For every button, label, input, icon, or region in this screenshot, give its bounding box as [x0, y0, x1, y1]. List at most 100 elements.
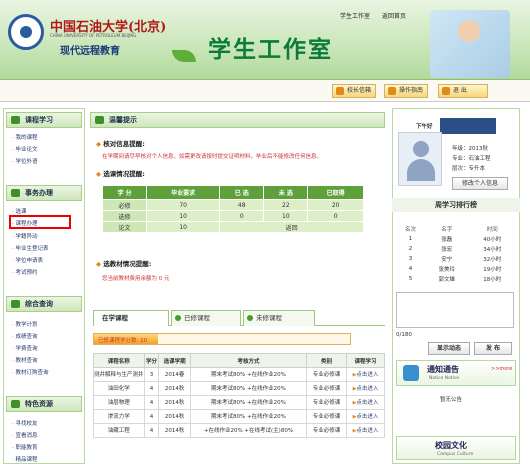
table-row: 油田化学42014秋期末考试80% +在线作业20%专业必修课点击进入	[93, 381, 385, 396]
sidebar-item-messages[interactable]: 宣看消息	[12, 431, 38, 439]
table-row: 测井解释与生产测井32014春期末考试80% +在线作业20%专业必修课点击进入	[93, 367, 385, 382]
page-title: 学生工作室	[208, 37, 333, 63]
toolbar: 校长信箱 操作指南 退 出	[0, 80, 530, 102]
stat-header: 已 选	[219, 185, 265, 200]
table-row: 5 郭文雄 18小时	[408, 276, 502, 283]
more-link[interactable]: >>more	[491, 366, 512, 372]
enter-course-link[interactable]: 点击进入	[346, 367, 385, 382]
banner-photo	[430, 10, 510, 78]
sidebar-item-teaching-plan[interactable]: 教学计划	[12, 320, 38, 328]
sidebar-item-find-alumni[interactable]: 寻找校友	[12, 419, 38, 427]
post-button[interactable]: 发 布	[474, 342, 512, 355]
principal-mailbox-button[interactable]: 校长信箱	[332, 84, 377, 98]
sidebar-item-tuition[interactable]: 学费查询	[12, 344, 38, 352]
notice-icon	[403, 365, 419, 381]
column-header: 学分	[143, 353, 160, 368]
stat-header: 毕业要求	[146, 185, 221, 200]
guide-button[interactable]: 操作指南	[384, 84, 429, 98]
campus-culture-block[interactable]: 校园文化 Campus Culture	[396, 436, 516, 460]
top-links: 学生工作室 返回首页	[340, 11, 416, 20]
sidebar-item-vocational[interactable]: 职能教育	[12, 443, 38, 451]
name-redaction	[440, 118, 496, 134]
course-study-heading: 课程学习	[6, 112, 82, 128]
university-logo-icon	[8, 14, 44, 50]
sidebar-item-quality-courses[interactable]: 精品课程	[12, 455, 38, 463]
site-subtitle: 现代远程教育	[60, 46, 120, 57]
column-header: 类别	[305, 353, 348, 368]
leaf-icon	[172, 50, 196, 62]
sidebar-item-exam-booking[interactable]: 考试预约	[12, 268, 38, 276]
major-info: 专业：石油工程	[452, 156, 491, 162]
table-row: 必修 70 48 22 20	[101, 199, 364, 211]
sidebar-item-status-change[interactable]: 学籍异动	[12, 232, 38, 240]
tab-completed-courses[interactable]: 已修课程	[171, 310, 241, 326]
sidebar-item-degree-application[interactable]: 学位申请表	[12, 256, 44, 264]
sidebar-item-my-courses[interactable]: 我的课程	[12, 133, 38, 141]
enter-course-link[interactable]: 点击进入	[346, 395, 385, 410]
verify-reminder-text: 在学期间请尽早核对个人信息，如需更改请按时提交证明材料，毕业后不能修改任何信息。	[102, 154, 323, 160]
sidebar-item-graduate-form[interactable]: 毕业生登记表	[12, 244, 49, 252]
greeting: 下午好	[416, 124, 433, 130]
thesis-return-link[interactable]: 返回	[219, 221, 364, 233]
tab-current-courses[interactable]: 在学课程	[93, 310, 169, 326]
status-input[interactable]	[396, 292, 514, 328]
enter-course-link[interactable]: 点击进入	[346, 409, 385, 424]
progress-label: 已修课程学分数: 20	[98, 338, 148, 344]
column-header: 选课学期	[158, 353, 191, 368]
studio-link[interactable]: 学生工作室	[340, 13, 370, 20]
enter-course-link[interactable]: 点击进入	[346, 381, 385, 396]
home-link[interactable]: 返回首页	[382, 13, 406, 20]
avatar	[398, 132, 442, 186]
tab-pending-courses[interactable]: 未修课程	[243, 310, 315, 326]
notice-block[interactable]: 通知通告 Notice Notice >>more	[396, 360, 516, 386]
no-notice-text: 暂无公告	[440, 397, 463, 403]
sidebar-item-textbooks[interactable]: 教材查询	[12, 356, 38, 364]
table-row: 2 张宏 34小时	[408, 246, 502, 253]
textbook-fee-text: 您当前教材费用余额为 0 元	[102, 276, 170, 282]
help-icon	[388, 87, 396, 95]
main-content: 温馨提示 核对信息提醒: 在学期间请尽早核对个人信息，如需更改请按时提交证明材料…	[90, 108, 385, 464]
sidebar-item-thesis[interactable]: 毕业论文	[12, 145, 38, 153]
table-row: 1 张磊 40小时	[408, 236, 502, 243]
rank-title: 周学习排行榜	[392, 198, 520, 212]
credit-stat-table: 学 分 毕业要求 已 选 未 选 已取得 必修 70 48 22 20 选修 1…	[101, 185, 364, 233]
credit-progress-bar: 已修课程学分数: 20	[93, 333, 351, 345]
course-tabs: 在学课程 已修课程 未修课程	[93, 310, 385, 326]
weekly-rank-table: 名次 名字 时间 1 张磊 40小时 2 张宏 34小时 3 安宁 32小时 4 张美玲 19小时 …	[396, 224, 516, 284]
stat-header: 学 分	[101, 185, 148, 200]
special-resources-heading: 特色资源	[6, 396, 82, 412]
sidebar-item-grades[interactable]: 成绩查询	[12, 332, 38, 340]
column-header: 课程学习	[346, 353, 385, 368]
tab-dot-icon	[247, 315, 253, 321]
exit-icon	[442, 87, 450, 95]
site-header: 中国石油大学(北京) CHINA UNIVERSITY OF PETROLEUM…	[0, 0, 530, 80]
highlight-box	[9, 215, 71, 229]
column-header: 考核方式	[189, 353, 307, 368]
enter-course-link[interactable]: 点击进入	[346, 423, 385, 438]
table-row: 选修 10 0 10 0	[101, 210, 364, 222]
verify-reminder-title: 核对信息提醒:	[96, 138, 145, 148]
table-row: 渗流力学42014秋期末考试80% +在线作业20%专业必修课点击进入	[93, 409, 385, 424]
query-heading: 综合查询	[6, 296, 82, 312]
exit-button[interactable]: 退 出	[438, 84, 488, 98]
course-status-title: 选课情况提醒:	[96, 168, 145, 178]
sidebar-item-foreign-language[interactable]: 学位外语	[12, 157, 38, 165]
table-row: 4 张美玲 19小时	[408, 266, 502, 273]
sidebar-item-course-selection[interactable]: 选课	[12, 207, 27, 215]
course-table: 课程名称 学分 选课学期 考核方式 类别 课程学习 测井解释与生产测井 3 2014…	[93, 353, 385, 438]
table-row: 论文 10 返回	[101, 221, 364, 233]
sidebar-item-textbook-orders[interactable]: 教材订购查询	[12, 368, 49, 376]
column-header: 课程名称	[93, 353, 145, 368]
grade-info: 年级：2013秋	[452, 146, 488, 152]
edit-profile-button[interactable]: 修改个人信息	[452, 177, 508, 190]
stat-header: 未 选	[263, 185, 309, 200]
notice-heading: 温馨提示	[90, 112, 385, 128]
textbook-fee-title: 选教材情况提醒:	[96, 258, 151, 268]
university-english-name: CHINA UNIVERSITY OF PETROLEUM BEIJING	[50, 33, 137, 38]
mail-icon	[336, 87, 344, 95]
table-row: 油藏工程42014秋+在线作业20% +在线考试(主)80%专业必修课点击进入	[93, 423, 385, 438]
show-updates-button[interactable]: 显示动态	[428, 342, 470, 355]
level-info: 层次：专升本	[452, 166, 486, 172]
table-row: 3 安宁 32小时	[408, 256, 502, 263]
stat-header: 已取得	[307, 185, 364, 200]
